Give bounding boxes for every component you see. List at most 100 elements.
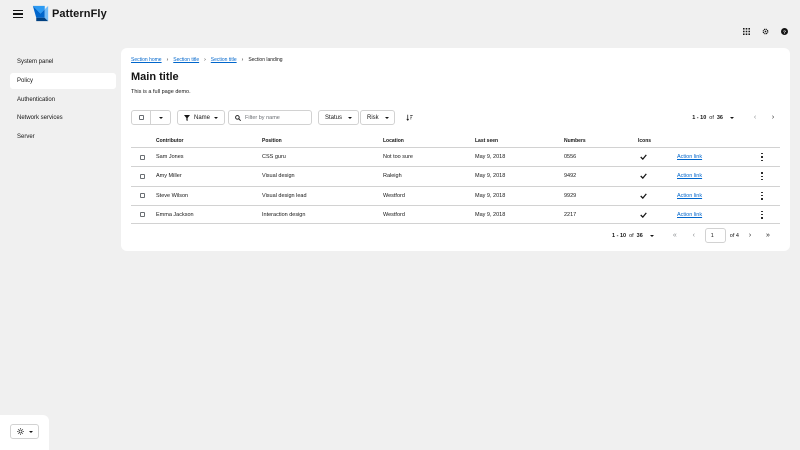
sidebar-item-system-panel[interactable]: System panel (10, 54, 116, 70)
pagination-of: of (709, 114, 714, 121)
action-link[interactable]: Action link (677, 187, 702, 205)
column-header[interactable]: Location (383, 134, 404, 147)
row-actions-kebab[interactable] (760, 148, 764, 166)
chevron-left-icon: ‹ (692, 232, 695, 239)
breadcrumb-link[interactable]: Section title (211, 57, 237, 63)
column-header[interactable]: Icons (638, 134, 651, 147)
top-pagination: 1 - 10 of 36 ‹ › (692, 110, 780, 125)
column-header[interactable]: Position (262, 134, 282, 147)
bottom-pagination: 1 - 10 of 36 « ‹ of 4 › » (612, 228, 775, 243)
action-link[interactable]: Action link (677, 148, 702, 166)
sort-button[interactable] (404, 112, 414, 123)
cell-contributor: Amy Miller (156, 173, 182, 180)
first-page-button[interactable]: « (668, 229, 682, 243)
checkbox-icon (140, 193, 145, 199)
checkbox-icon (140, 154, 145, 160)
table-header: Contributor Position Location Last seen … (131, 134, 780, 147)
risk-dropdown[interactable]: Risk (360, 110, 395, 125)
cell-last-seen: May 9, 2018 (475, 173, 506, 180)
breadcrumb-link[interactable]: Section home (131, 57, 162, 63)
svg-text:?: ? (783, 29, 786, 35)
cell-numbers: 0556 (564, 154, 577, 161)
column-header[interactable]: Contributor (156, 134, 184, 147)
cell-contributor: Emma Jackson (156, 211, 194, 218)
search-input[interactable] (245, 114, 305, 121)
row-select-checkbox[interactable] (140, 167, 145, 185)
sidebar-item-policy[interactable]: Policy (10, 72, 116, 89)
hamburger-icon[interactable] (13, 10, 23, 18)
column-header[interactable]: Last seen (475, 134, 498, 147)
kebab-icon (760, 210, 764, 219)
per-page-toggle[interactable]: 1 - 10 of 36 (692, 115, 734, 121)
prev-page-button[interactable]: ‹ (748, 111, 762, 125)
row-select-checkbox[interactable] (140, 187, 145, 205)
check-icon (640, 206, 647, 223)
double-chevron-right-icon: » (766, 232, 770, 239)
cell-last-seen: May 9, 2018 (475, 211, 506, 218)
chevron-left-icon: ‹ (753, 114, 757, 121)
patternfly-logo-icon (32, 5, 49, 22)
check-icon (640, 167, 647, 185)
sidebar-item-server[interactable]: Server (10, 129, 116, 145)
cell-last-seen: May 9, 2018 (475, 192, 506, 199)
prev-page-button[interactable]: ‹ (687, 229, 701, 243)
chevron-down-icon (384, 116, 389, 119)
bulk-select-checkbox[interactable] (132, 111, 152, 124)
chevron-down-icon (730, 116, 734, 119)
table-row: Sam Jones CSS guru Not too sure May 9, 2… (131, 147, 780, 166)
chevron-right-icon: › (748, 232, 752, 239)
row-actions-kebab[interactable] (760, 206, 764, 223)
status-dropdown[interactable]: Status (318, 110, 359, 125)
cell-numbers: 9492 (564, 173, 577, 180)
theme-toggle[interactable] (10, 424, 39, 439)
sun-icon (16, 428, 24, 435)
action-link[interactable]: Action link (677, 167, 702, 185)
sidebar-nav: System panel Policy Authentication Netwo… (10, 54, 116, 148)
cell-location: Westford (383, 192, 405, 199)
search-icon (235, 114, 241, 121)
cell-location: Westford (383, 211, 405, 218)
last-page-button[interactable]: » (761, 229, 775, 243)
row-select-checkbox[interactable] (140, 206, 145, 223)
pagination-of: of (629, 232, 634, 239)
current-page-input[interactable] (704, 228, 726, 243)
checkbox-icon (138, 115, 144, 120)
chevron-right-icon: › (204, 57, 206, 63)
gear-icon[interactable] (761, 27, 769, 35)
bulk-select-toggle[interactable] (151, 111, 170, 124)
chevron-down-icon (214, 116, 219, 119)
masthead: PatternFly ? (0, 0, 800, 44)
data-table: Contributor Position Location Last seen … (131, 134, 780, 225)
column-header[interactable]: Numbers (564, 134, 586, 147)
row-actions-kebab[interactable] (760, 167, 764, 185)
chevron-down-icon (28, 430, 33, 433)
cell-numbers: 9929 (564, 192, 577, 199)
sidebar-item-authentication[interactable]: Authentication (10, 92, 116, 108)
filter-icon (184, 114, 190, 121)
chevron-down-icon (649, 234, 654, 237)
masthead-tools: ? (742, 27, 788, 35)
help-icon[interactable]: ? (780, 27, 788, 35)
kebab-icon (760, 153, 764, 162)
grid-icon[interactable] (742, 27, 750, 35)
next-page-button[interactable]: › (766, 111, 780, 125)
cell-contributor: Sam Jones (156, 154, 184, 161)
cell-position: Visual design (262, 173, 295, 180)
status-dropdown-label: Status (325, 114, 343, 121)
cell-position: Interaction design (262, 211, 306, 218)
cell-location: Raleigh (383, 173, 402, 180)
breadcrumb-link[interactable]: Section title (173, 57, 199, 63)
brand-logo[interactable]: PatternFly (32, 5, 107, 22)
sidebar-item-network-services[interactable]: Network services (10, 110, 116, 126)
row-select-checkbox[interactable] (140, 148, 145, 166)
row-actions-kebab[interactable] (760, 187, 764, 205)
filter-attribute-select[interactable]: Name (177, 110, 225, 125)
pagination-total: 36 (636, 232, 643, 239)
cell-last-seen: May 9, 2018 (475, 154, 506, 161)
per-page-toggle[interactable]: 1 - 10 of 36 (612, 233, 654, 239)
next-page-button[interactable]: › (743, 229, 757, 243)
checkbox-icon (140, 212, 145, 218)
chevron-right-icon: › (771, 114, 775, 121)
action-link[interactable]: Action link (677, 206, 702, 223)
chevron-right-icon: › (241, 57, 244, 63)
